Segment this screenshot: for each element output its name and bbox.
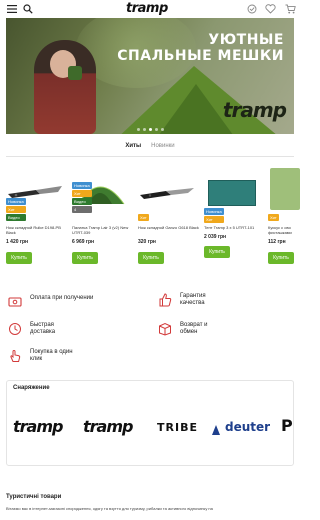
brand-deuter[interactable]: deuter <box>225 420 270 434</box>
promo-banner[interactable]: УЮТНЫЕ СПАЛЬНЫЕ МЕШКИ tramp <box>6 18 294 134</box>
badge-video: Видео <box>6 214 26 221</box>
feature-label: Быстрая доставка <box>30 322 56 335</box>
buy-button[interactable]: Купить <box>72 252 98 264</box>
product-name[interactable]: Палатка Tramp Lair 3 (v2) New UTRT-039 <box>72 225 134 235</box>
product-badges: Хит <box>138 214 149 221</box>
banner-title-line1: УЮТНЫЕ <box>208 32 284 48</box>
product-badges: Новинка Хит Видео <box>6 198 26 221</box>
brand-tramp-lite[interactable]: tramp <box>83 417 133 436</box>
product-price: 320 грн <box>138 239 156 245</box>
banner-mug <box>68 66 82 80</box>
product-name[interactable]: Нож складной Ganzo G618 Black <box>138 225 200 235</box>
product-image[interactable] <box>208 180 256 206</box>
buy-button[interactable]: Купить <box>268 252 294 264</box>
thumbs-up-icon <box>158 293 172 307</box>
badge-new: Новинка <box>6 198 26 205</box>
logo[interactable]: tramp <box>126 1 168 16</box>
buy-button[interactable]: Купить <box>6 252 32 264</box>
return-box-icon <box>158 322 172 336</box>
banner-title-line2: СПАЛЬНЫЕ МЕШКИ <box>117 48 284 64</box>
product-card[interactable]: Новинка Хит Видео 4 Палатка Tramp Lair 3… <box>72 166 134 270</box>
one-click-icon <box>8 349 22 363</box>
product-image[interactable] <box>270 168 300 210</box>
product-price: 112 грн <box>268 239 286 245</box>
delivery-icon <box>8 322 22 336</box>
brands-section: Снаряжение tramp tramp TRIBE deuter P <box>6 380 294 466</box>
brand-tribe[interactable]: TRIBE <box>157 421 198 434</box>
hamburger-menu-icon[interactable] <box>6 3 18 15</box>
features-section: Оплата при получении Гарантия качества Б… <box>0 285 300 375</box>
feature-one-click: Покупка в один клик <box>8 349 76 363</box>
badge-capacity: 4 <box>72 206 92 213</box>
feature-label: Гарантия качества <box>180 293 206 306</box>
badge-hit: Хит <box>138 214 149 221</box>
feature-guarantee: Гарантия качества <box>158 293 220 307</box>
product-price: 1 420 грн <box>6 239 29 245</box>
product-card[interactable]: Хит Нож складной Ganzo G618 Black 320 гр… <box>138 166 200 270</box>
badge-hit: Хит <box>268 214 279 221</box>
banner-brand-logo: tramp <box>222 98 287 122</box>
feature-label: Покупка в один клик <box>30 349 73 362</box>
feature-delivery: Быстрая доставка <box>8 322 70 336</box>
search-icon[interactable] <box>22 3 34 15</box>
pagination-dot[interactable] <box>160 128 164 131</box>
feature-return: Возврат и обмен <box>158 322 220 336</box>
deuter-logo-icon <box>211 421 221 435</box>
banner-pagination <box>0 128 300 131</box>
feature-payment: Оплата при получении <box>8 295 93 309</box>
product-name[interactable]: Кускус с ово фисташками <box>268 225 300 235</box>
money-icon <box>8 295 22 309</box>
brand-partial[interactable]: P <box>281 416 293 435</box>
pagination-dot[interactable] <box>142 128 146 131</box>
badge-video: Видео <box>72 198 92 205</box>
badge-new: Новинка <box>72 182 92 189</box>
product-badges: Хит <box>268 214 279 221</box>
badge-new: Новинка <box>204 208 224 215</box>
product-card[interactable]: Новинка Хит Видео Нож складной Ruike D19… <box>6 166 68 270</box>
tab-hits[interactable]: Хиты <box>125 141 142 157</box>
badge-hit: Хит <box>6 206 26 213</box>
buy-button[interactable]: Купить <box>204 246 230 258</box>
badge-hit: Хит <box>72 190 92 197</box>
section-title: Туристичні товари <box>6 494 62 500</box>
product-card[interactable]: Хит Кускус с ово фисташками 112 грн Купи… <box>268 166 300 270</box>
product-tabs: Хиты Новинки <box>0 141 300 157</box>
badge-hit: Хит <box>204 216 224 223</box>
feature-label: Оплата при получении <box>30 295 94 301</box>
product-badges: Новинка Хит <box>204 208 224 223</box>
buy-button[interactable]: Купить <box>138 252 164 264</box>
pagination-dot[interactable] <box>136 128 140 131</box>
product-name[interactable]: Нож складной Ruike D198-PB Black <box>6 225 68 235</box>
cart-icon[interactable] <box>284 3 296 15</box>
brands-title: Снаряжение <box>13 385 50 391</box>
product-image[interactable] <box>138 184 196 214</box>
product-badges: Новинка Хит Видео 4 <box>72 182 92 213</box>
tab-new[interactable]: Новинки <box>151 141 175 157</box>
product-carousel: Новинка Хит Видео Нож складной Ruike D19… <box>0 166 300 270</box>
header: tramp <box>0 0 300 18</box>
product-price: 6 969 грн <box>72 239 95 245</box>
brand-tramp[interactable]: tramp <box>13 417 63 436</box>
feature-label: Возврат и обмен <box>180 322 208 335</box>
product-card[interactable]: Новинка Хит Тент Tramp 3 x 5 UTRT-101 2 … <box>204 166 266 270</box>
tabs-divider <box>6 156 294 157</box>
pagination-dot[interactable] <box>154 128 158 131</box>
product-price: 2 039 грн <box>204 234 227 240</box>
banner-title: УЮТНЫЕ СПАЛЬНЫЕ МЕШКИ <box>117 32 284 64</box>
pagination-dot-active[interactable] <box>148 128 152 131</box>
compare-icon[interactable] <box>246 3 258 15</box>
section-text: Вітаємо вас в інтернет-магазині спорядже… <box>6 506 213 511</box>
heart-icon[interactable] <box>264 3 276 15</box>
